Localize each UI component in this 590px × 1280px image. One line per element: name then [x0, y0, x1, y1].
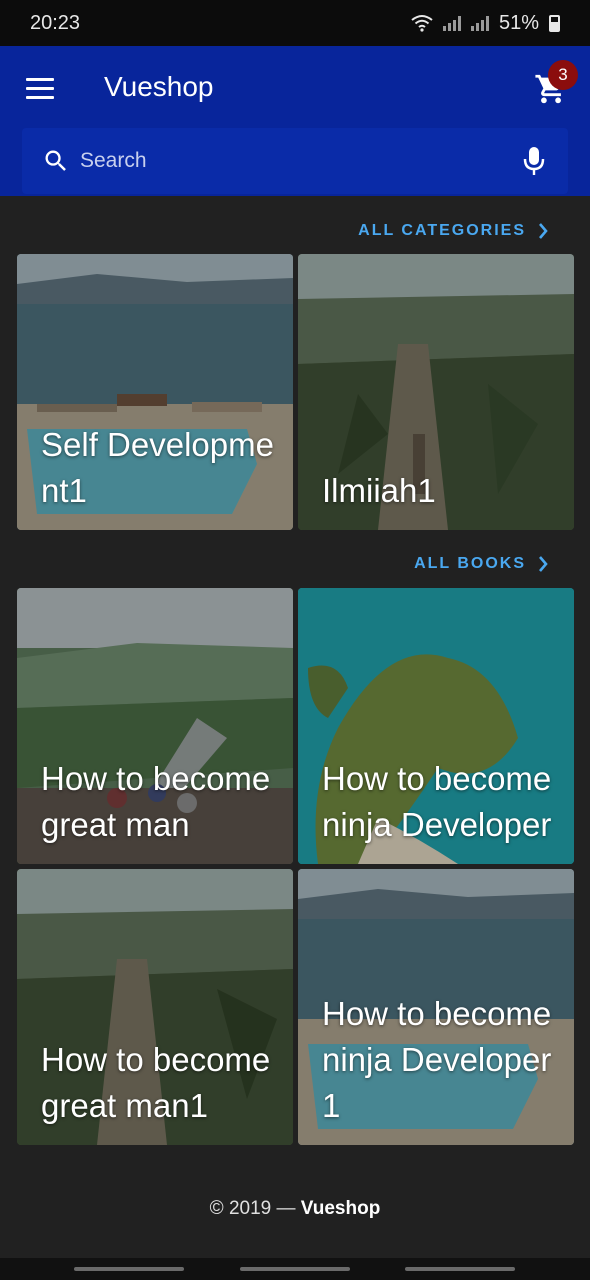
- book-title: How to become great man: [41, 760, 271, 843]
- book-card[interactable]: How to become ninja Developer: [298, 588, 574, 864]
- book-title: How to become ninja Developer: [322, 760, 552, 843]
- battery-icon: [549, 14, 560, 32]
- nav-recent-button[interactable]: [74, 1267, 184, 1271]
- app-bar: Vueshop 3: [0, 46, 590, 196]
- search-input[interactable]: [80, 142, 500, 180]
- cart-count-badge: 3: [548, 60, 578, 90]
- book-title: How to become ninja Developer1: [322, 995, 552, 1124]
- all-categories-label: ALL CATEGORIES: [358, 222, 526, 239]
- footer-brand: Vueshop: [300, 1198, 381, 1219]
- book-card[interactable]: How to become great man1: [17, 869, 293, 1145]
- status-icons: 51%: [411, 12, 560, 35]
- status-bar: 20:23 51%: [0, 0, 590, 46]
- wifi-icon: [411, 15, 433, 32]
- chevron-right-icon: [539, 556, 548, 572]
- all-books-link[interactable]: ALL BOOKS: [414, 555, 548, 573]
- book-card[interactable]: How to become ninja Developer1: [298, 869, 574, 1145]
- footer: © 2019 — Vueshop: [0, 1198, 590, 1220]
- nav-back-button[interactable]: [405, 1267, 515, 1271]
- book-card[interactable]: How to become great man: [17, 588, 293, 864]
- app-title: Vueshop: [104, 71, 214, 102]
- search-icon: [45, 150, 66, 171]
- category-title: Self Development1: [41, 426, 274, 509]
- nav-home-button[interactable]: [240, 1267, 350, 1271]
- chevron-right-icon: [539, 223, 548, 239]
- category-card[interactable]: Self Development1: [17, 254, 293, 530]
- all-books-label: ALL BOOKS: [414, 555, 526, 572]
- search-bar[interactable]: [22, 128, 568, 194]
- category-title: Ilmiiah1: [322, 472, 436, 509]
- battery-percent: 51%: [498, 11, 539, 34]
- status-time: 20:23: [30, 11, 81, 34]
- footer-copyright: © 2019 —: [209, 1198, 301, 1219]
- system-nav-bar: [0, 1258, 590, 1280]
- all-categories-link[interactable]: ALL CATEGORIES: [358, 222, 548, 240]
- category-card[interactable]: Ilmiiah1: [298, 254, 574, 530]
- book-title: How to become great man1: [41, 1041, 271, 1124]
- menu-icon[interactable]: [26, 78, 54, 99]
- signal-icon-2: [470, 15, 489, 31]
- signal-icon: [442, 15, 461, 31]
- microphone-icon[interactable]: [522, 145, 546, 177]
